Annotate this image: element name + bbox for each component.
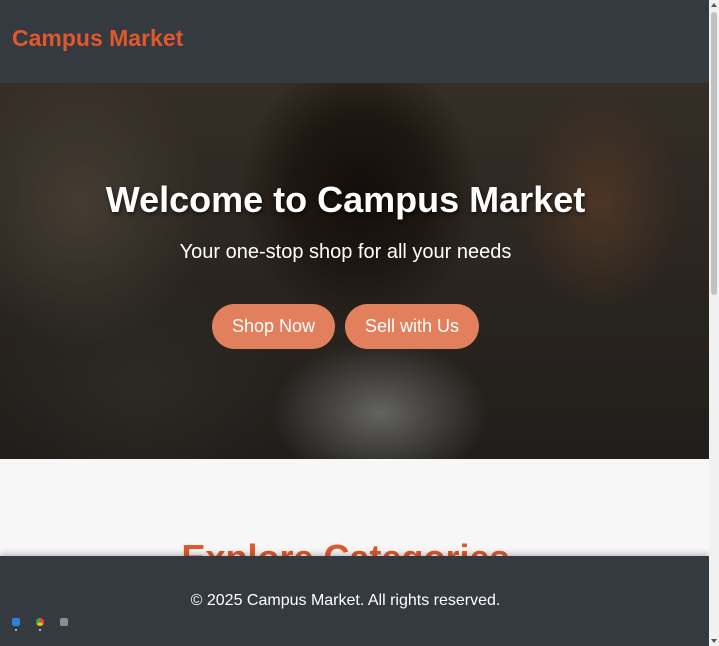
sell-with-us-button[interactable]: Sell with Us — [345, 304, 479, 349]
tray-indicator — [15, 629, 17, 631]
shop-now-button[interactable]: Shop Now — [212, 304, 335, 349]
hero-title: Welcome to Campus Market — [105, 179, 586, 220]
hero-banner: Welcome to Campus Market Your one-stop s… — [0, 83, 709, 459]
vertical-scrollbar[interactable] — [709, 0, 719, 646]
scroll-thumb[interactable] — [711, 12, 717, 295]
site-header: Campus Market — [0, 0, 709, 83]
browser-viewport: Campus Market Welcome to Campus Market Y… — [0, 0, 719, 646]
hero-subtitle: Your one-stop shop for all your needs — [179, 241, 512, 263]
site-footer: © 2025 Campus Market. All rights reserve… — [0, 556, 709, 646]
chrome-icon[interactable] — [36, 618, 44, 626]
scroll-down-arrow-icon[interactable] — [711, 639, 717, 643]
footer-copyright: © 2025 Campus Market. All rights reserve… — [190, 592, 501, 609]
window-icon[interactable] — [60, 618, 68, 626]
app-icon[interactable] — [12, 618, 20, 626]
page: Campus Market Welcome to Campus Market Y… — [0, 0, 709, 646]
tray-indicator — [39, 629, 41, 631]
hero-overlay — [0, 83, 709, 459]
scroll-up-arrow-icon[interactable] — [711, 3, 717, 7]
brand-logo[interactable]: Campus Market — [12, 25, 183, 52]
